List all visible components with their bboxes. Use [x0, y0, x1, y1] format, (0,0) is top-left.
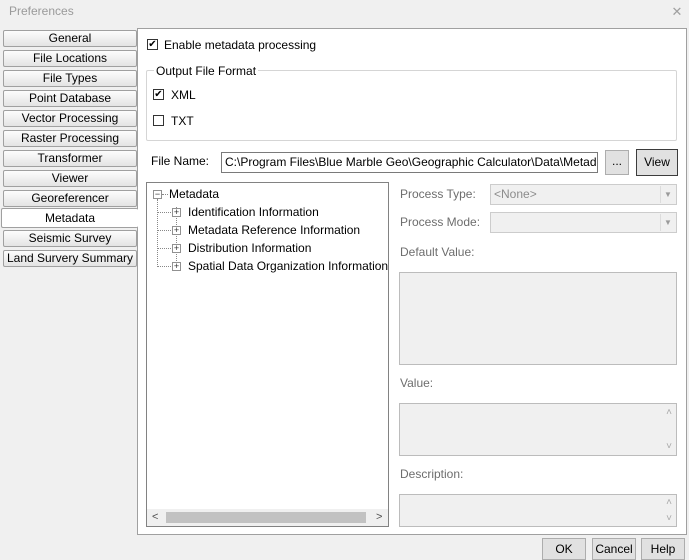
tree-connector: [157, 230, 171, 231]
tree-connector: [157, 248, 171, 249]
tree-node-spatial-data[interactable]: Spatial Data Organization Information: [188, 259, 388, 273]
scroll-down-icon[interactable]: ˅: [666, 513, 672, 524]
tree-node-metadata[interactable]: Metadata: [169, 187, 219, 201]
txt-label[interactable]: TXT: [171, 114, 194, 128]
expand-icon[interactable]: +: [172, 262, 181, 271]
value-label: Value:: [400, 376, 434, 390]
tree-node-metadata-reference[interactable]: Metadata Reference Information: [188, 223, 360, 237]
chevron-down-icon[interactable]: ▼: [660, 214, 675, 231]
preferences-dialog: Preferences ✕ General File Locations Fil…: [0, 0, 689, 560]
scroll-up-icon[interactable]: ˄: [666, 497, 672, 508]
process-mode-select[interactable]: ▼: [490, 212, 677, 233]
default-value-field[interactable]: [399, 272, 677, 365]
value-field[interactable]: ˄ ˅: [399, 403, 677, 456]
tree-node-distribution[interactable]: Distribution Information: [188, 241, 311, 255]
sidebar-item-point-database[interactable]: Point Database: [3, 90, 137, 107]
description-field[interactable]: ˄ ˅: [399, 494, 677, 527]
sidebar-item-georeferencer[interactable]: Georeferencer: [3, 190, 137, 207]
sidebar-item-land-survey-summary[interactable]: Land Survery Summary: [3, 250, 137, 267]
browse-button[interactable]: ...: [605, 150, 629, 175]
scroll-up-icon[interactable]: ˄: [666, 407, 672, 418]
enable-metadata-label[interactable]: Enable metadata processing: [164, 38, 316, 52]
title-bar[interactable]: Preferences ✕: [0, 0, 689, 24]
collapse-icon[interactable]: −: [153, 190, 162, 199]
chevron-down-icon[interactable]: ▼: [660, 186, 675, 203]
sidebar-item-seismic-survey[interactable]: Seismic Survey: [3, 230, 137, 247]
sidebar-item-raster-processing[interactable]: Raster Processing: [3, 130, 137, 147]
help-button[interactable]: Help: [641, 538, 685, 560]
output-format-title: Output File Format: [154, 64, 259, 78]
scroll-down-icon[interactable]: ˅: [666, 441, 672, 452]
window-title: Preferences: [9, 4, 74, 18]
view-button[interactable]: View: [636, 149, 678, 176]
tree-horizontal-scrollbar[interactable]: < >: [147, 509, 388, 526]
tree-connector: [162, 194, 168, 195]
file-name-label: File Name:: [151, 154, 210, 168]
enable-metadata-checkbox[interactable]: ✔: [147, 39, 158, 50]
txt-checkbox[interactable]: [153, 115, 164, 126]
sidebar-item-general[interactable]: General: [3, 30, 137, 47]
scroll-right-icon[interactable]: >: [376, 511, 382, 523]
process-mode-label: Process Mode:: [400, 215, 481, 229]
description-label: Description:: [400, 467, 464, 481]
sidebar-item-viewer[interactable]: Viewer: [3, 170, 137, 187]
tree-connector: [157, 212, 171, 213]
file-name-input[interactable]: C:\Program Files\Blue Marble Geo\Geograp…: [221, 152, 598, 173]
sidebar-item-file-types[interactable]: File Types: [3, 70, 137, 87]
xml-label[interactable]: XML: [171, 88, 196, 102]
sidebar-item-vector-processing[interactable]: Vector Processing: [3, 110, 137, 127]
expand-icon[interactable]: +: [172, 244, 181, 253]
default-value-label: Default Value:: [400, 245, 475, 259]
xml-checkbox[interactable]: ✔: [153, 89, 164, 100]
cancel-button[interactable]: Cancel: [592, 538, 636, 560]
tree-connector: [157, 266, 171, 267]
expand-icon[interactable]: +: [172, 208, 181, 217]
tree-node-identification[interactable]: Identification Information: [188, 205, 319, 219]
sidebar-item-metadata[interactable]: Metadata: [1, 208, 138, 228]
close-icon[interactable]: ✕: [667, 2, 687, 22]
process-type-select[interactable]: <None> ▼: [490, 184, 677, 205]
process-type-label: Process Type:: [400, 187, 476, 201]
scroll-left-icon[interactable]: <: [152, 511, 158, 523]
scrollbar-thumb[interactable]: [166, 512, 366, 523]
output-format-group: [146, 70, 677, 141]
sidebar-item-file-locations[interactable]: File Locations: [3, 50, 137, 67]
process-type-value: <None>: [494, 187, 537, 201]
expand-icon[interactable]: +: [172, 226, 181, 235]
tree-connector: [157, 199, 158, 267]
ok-button[interactable]: OK: [542, 538, 586, 560]
sidebar-item-transformer[interactable]: Transformer: [3, 150, 137, 167]
